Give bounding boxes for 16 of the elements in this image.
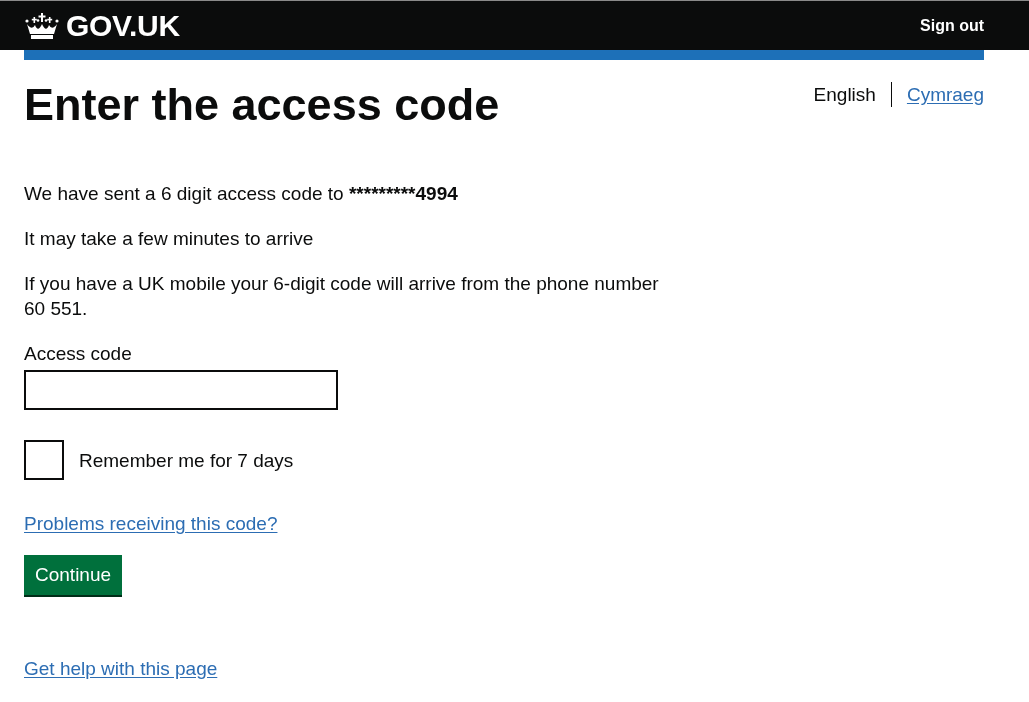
- govuk-logo-link[interactable]: GOV.UK: [24, 10, 180, 41]
- continue-button[interactable]: Continue: [24, 555, 123, 597]
- body-text: We have sent a 6 digit access code to *********4994: [24, 182, 459, 206]
- current-language: English: [812, 83, 877, 107]
- access-code-input[interactable]: [24, 370, 338, 410]
- body-text: If you have a UK mobile your 6-digit code will arrive from the phone number 60 551.: [24, 272, 660, 321]
- checkbox-label[interactable]: Remember me for 7 days: [79, 447, 294, 473]
- page-heading: Enter the access code: [24, 80, 500, 130]
- sign-out-link[interactable]: Sign out: [920, 15, 984, 36]
- help-link[interactable]: Get help with this page: [24, 656, 218, 681]
- field-label: Access code: [24, 342, 133, 366]
- problems-link[interactable]: Problems receiving this code?: [24, 511, 278, 536]
- body-text: It may take a few minutes to arrive: [24, 227, 315, 251]
- crown-icon: [24, 11, 60, 40]
- language-link[interactable]: Cymraeg: [891, 82, 984, 107]
- checkbox[interactable]: [24, 440, 64, 480]
